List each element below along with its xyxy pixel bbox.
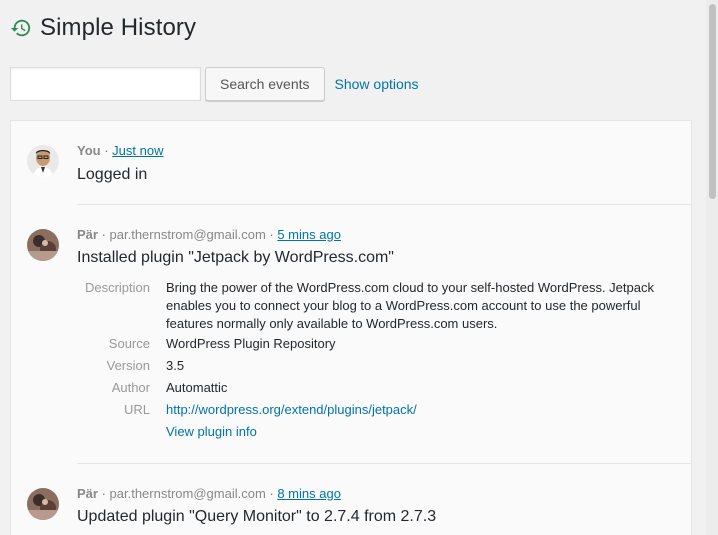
search-input[interactable]: [10, 67, 201, 101]
event-meta: You · Just now: [77, 143, 163, 158]
scrollbar-thumb[interactable]: [709, 4, 716, 199]
detail-label: Version: [106, 358, 150, 373]
detail-label: URL: [123, 402, 150, 417]
event-user-email: par.thernstrom@gmail.com: [109, 227, 266, 242]
detail-value: Bring the power of the WordPress.com clo…: [166, 280, 654, 331]
avatar: [27, 145, 59, 177]
detail-value: 3.5: [166, 358, 185, 373]
event-time-link[interactable]: 8 mins ago: [277, 486, 341, 501]
view-plugin-info-link[interactable]: View plugin info: [166, 424, 257, 439]
page-header: Simple History: [10, 14, 196, 42]
page-title: Simple History: [40, 14, 197, 41]
detail-label: Author: [111, 380, 150, 395]
plugin-url-link[interactable]: http://wordpress.org/extend/plugins/jetp…: [166, 402, 417, 417]
history-clock-icon: [10, 19, 31, 37]
event-message: Installed plugin "Jetpack by WordPress.c…: [77, 249, 394, 266]
events-list: You · Just now Logged in Pär · par.thern…: [10, 120, 692, 535]
meta-separator: ·: [97, 486, 110, 501]
meta-separator: ·: [100, 143, 113, 158]
detail-row-author: Author Automattic: [77, 377, 666, 399]
divider: [77, 204, 691, 205]
detail-value: Automattic: [166, 380, 228, 395]
event-meta: Pär · par.thernstrom@gmail.com · 5 mins …: [77, 227, 341, 242]
event-user-email: par.thernstrom@gmail.com: [109, 486, 266, 501]
meta-separator: ·: [265, 227, 278, 242]
search-events-button[interactable]: Search events: [205, 67, 325, 101]
detail-label: Description: [84, 280, 150, 295]
user-avatar-icon: [27, 145, 59, 177]
event-details: Description Bring the power of the WordP…: [77, 277, 666, 443]
search-bar: Search events Show options: [10, 67, 419, 101]
user-avatar-icon: [27, 229, 59, 261]
event-meta: Pär · par.thernstrom@gmail.com · 8 mins …: [77, 486, 341, 501]
event-time-link[interactable]: 5 mins ago: [277, 227, 341, 242]
divider: [77, 463, 691, 464]
detail-value: WordPress Plugin Repository: [166, 336, 336, 351]
page-scrollbar[interactable]: [706, 0, 718, 535]
show-options-link[interactable]: Show options: [335, 76, 419, 92]
avatar: [27, 229, 59, 261]
detail-row-view-info: View plugin info: [77, 421, 666, 443]
event-message: Logged in: [77, 166, 148, 183]
detail-row-url: URL http://wordpress.org/extend/plugins/…: [77, 399, 666, 421]
event-user: You: [77, 143, 101, 158]
detail-row-source: Source WordPress Plugin Repository: [77, 333, 666, 355]
detail-label: Source: [108, 336, 150, 351]
detail-row-version: Version 3.5: [77, 355, 666, 377]
avatar: [27, 488, 59, 520]
detail-row-description: Description Bring the power of the WordP…: [77, 277, 666, 333]
simple-history-page: Simple History Search events Show option…: [0, 0, 718, 535]
meta-separator: ·: [97, 227, 110, 242]
event-user: Pär: [77, 227, 98, 242]
meta-separator: ·: [265, 486, 278, 501]
detail-label-empty: [77, 421, 150, 443]
event-time-link[interactable]: Just now: [112, 143, 163, 158]
event-user: Pär: [77, 486, 98, 501]
user-avatar-icon: [27, 488, 59, 520]
event-message: Updated plugin "Query Monitor" to 2.7.4 …: [77, 508, 437, 525]
